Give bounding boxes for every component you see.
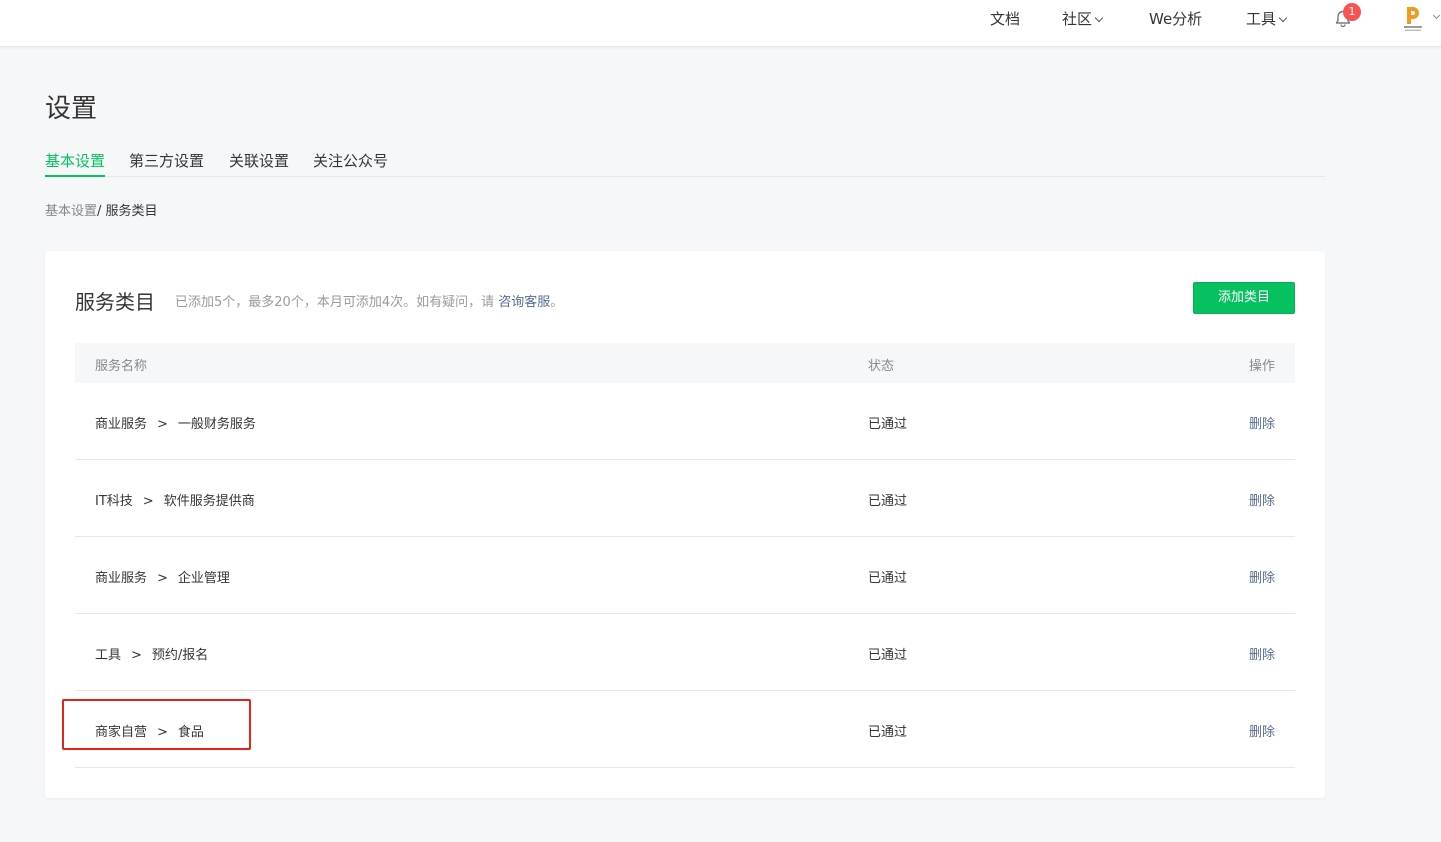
add-category-button[interactable]: 添加类目 [1193,282,1295,314]
nav-community-label: 社区 [1062,10,1093,28]
service-name-cell: 商业服务 > 企业管理 [95,567,230,586]
service-name-cell: 工具 > 预约/报名 [95,644,208,663]
category-label: 商家自营 [95,725,148,740]
settings-tabs: 基本设置 第三方设置 关联设置 关注公众号 [45,148,1325,177]
card-description-end: 。 [550,295,564,310]
chevron-down-icon[interactable] [1432,11,1441,20]
chevron-down-icon [1278,13,1288,23]
card-title: 服务类目 [75,290,155,314]
chevron-down-icon [1094,13,1104,23]
category-label: 商业服务 [95,571,148,586]
table-row: 商业服务 > 企业管理 已通过 删除 [75,537,1295,614]
breadcrumb-parent[interactable]: 基本设置 [45,204,97,219]
breadcrumb-current: 服务类目 [105,204,158,219]
table-row: 工具 > 预约/报名 已通过 删除 [75,614,1295,691]
table-row: IT科技 > 软件服务提供商 已通过 删除 [75,460,1295,537]
tab-follow-official-account[interactable]: 关注公众号 [313,150,388,177]
contact-support-link[interactable]: 咨询客服 [498,295,550,310]
category-label: IT科技 [95,494,133,509]
category-table: 服务名称 状态 操作 商业服务 > 一般财务服务 已通过 删除 IT科技 > 软件服务提… [75,343,1295,768]
avatar[interactable] [1402,5,1424,33]
category-label: 商业服务 [95,417,148,432]
table-header: 服务名称 状态 操作 [75,343,1295,383]
subcategory-label: 软件服务提供商 [163,494,255,509]
category-label: 工具 [95,648,122,663]
status-cell: 已通过 [868,725,908,740]
subcategory-label: 食品 [177,725,204,740]
service-category-card: 服务类目 已添加5个，最多20个，本月可添加4次。如有疑问，请 咨询客服。 添加… [45,251,1325,798]
nav-tools[interactable]: 工具 [1246,8,1288,29]
tab-basic-settings[interactable]: 基本设置 [45,150,106,177]
subcategory-label: 预约/报名 [151,648,209,663]
nav-docs[interactable]: 文档 [990,8,1020,29]
breadcrumb-separator: / [97,204,106,219]
header-status: 状态 [868,359,895,374]
status-cell: 已通过 [868,571,908,586]
arrow-separator: > [142,494,154,509]
subcategory-label: 企业管理 [177,571,230,586]
status-cell: 已通过 [868,417,908,432]
service-name-cell: IT科技 > 软件服务提供商 [95,490,255,509]
delete-link[interactable]: 删除 [1249,413,1275,432]
delete-link[interactable]: 删除 [1249,490,1275,509]
service-name-cell: 商业服务 > 一般财务服务 [95,413,256,432]
arrow-separator: > [157,725,168,740]
arrow-separator: > [157,571,168,586]
top-bar: 文档 社区 We分析 工具 1 [0,0,1441,47]
table-row: 商业服务 > 一般财务服务 已通过 删除 [75,383,1295,460]
nav-community[interactable]: 社区 [1062,8,1104,29]
page-title: 设置 [45,94,98,124]
status-cell: 已通过 [868,494,908,509]
subcategory-label: 一般财务服务 [177,417,256,432]
card-description: 已添加5个，最多20个，本月可添加4次。如有疑问，请 咨询客服。 [175,291,563,310]
table-row: 商家自营 > 食品 已通过 删除 [75,691,1295,768]
tab-linked-settings[interactable]: 关联设置 [229,150,289,177]
breadcrumb: 基本设置/ 服务类目 [45,200,158,219]
card-description-text: 已添加5个，最多20个，本月可添加4次。如有疑问，请 [175,295,499,310]
delete-link[interactable]: 删除 [1249,721,1275,740]
delete-link[interactable]: 删除 [1249,567,1275,586]
arrow-separator: > [157,417,168,432]
header-action: 操作 [1248,359,1275,374]
service-name-cell: 商家自营 > 食品 [95,721,204,740]
delete-link[interactable]: 删除 [1249,644,1275,663]
header-service-name: 服务名称 [95,359,148,374]
notification-badge: 1 [1343,3,1361,21]
nav-tools-label: 工具 [1246,10,1277,28]
nav-analytics[interactable]: We分析 [1149,8,1202,29]
tab-third-party-settings[interactable]: 第三方设置 [129,150,204,177]
status-cell: 已通过 [868,648,908,663]
arrow-separator: > [131,648,142,663]
